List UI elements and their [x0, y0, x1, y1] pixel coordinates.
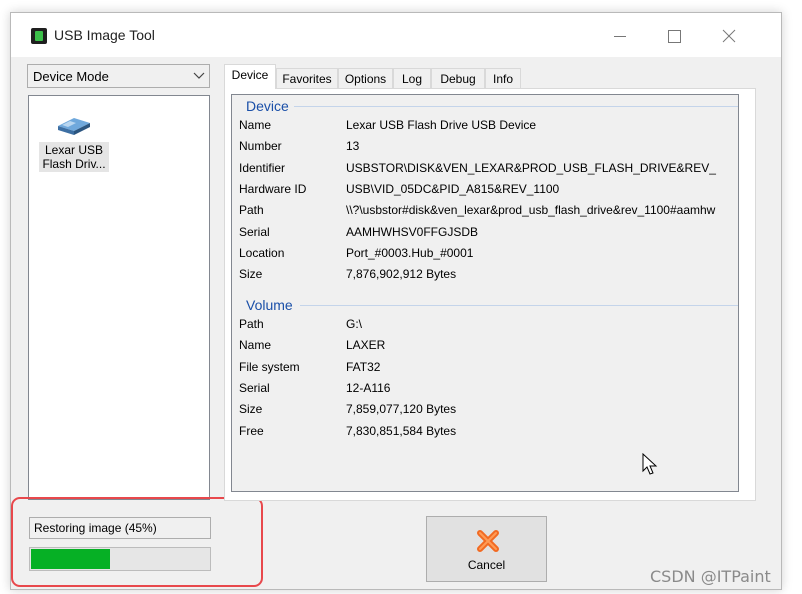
usb-image-tool-window: USB Image Tool Device Mode Lexar USB Fla…	[10, 12, 782, 590]
tab-info[interactable]: Info	[485, 68, 521, 88]
app-icon	[31, 28, 47, 44]
tab-options[interactable]: Options	[338, 68, 393, 88]
property-row[interactable]: Identifier USBSTOR\DISK&VEN_LEXAR&PROD_US…	[239, 160, 738, 181]
property-key: Size	[239, 402, 263, 417]
property-value: LAXER	[346, 338, 386, 353]
chevron-down-icon	[193, 72, 205, 79]
property-key: Path	[239, 203, 264, 218]
watermark-text: CSDN @ITPaint	[650, 567, 771, 586]
close-icon	[722, 29, 736, 43]
property-row[interactable]: File system FAT32	[239, 359, 738, 380]
property-key: Identifier	[239, 160, 286, 175]
usb-drive-icon	[58, 118, 90, 135]
window-title: USB Image Tool	[54, 27, 155, 43]
mouse-cursor-icon	[642, 453, 658, 475]
property-row[interactable]: Path \\?\usbstor#disk&ven_lexar&prod_usb_…	[239, 203, 738, 223]
cancel-x-icon	[477, 530, 499, 552]
property-key: Number	[239, 139, 282, 154]
property-value: \\?\usbstor#disk&ven_lexar&prod_usb_flas…	[346, 203, 716, 218]
property-row[interactable]: Hardware ID USB\VID_05DC&PID_A815&REV_110…	[239, 181, 738, 202]
group-divider	[300, 305, 738, 306]
property-row[interactable]: Free 7,830,851,584 Bytes	[239, 423, 738, 444]
tab-device[interactable]: Device	[224, 64, 276, 89]
status-text: Restoring image (45%)	[29, 517, 211, 539]
tab-log[interactable]: Log	[393, 68, 431, 88]
property-key: Location	[239, 245, 285, 260]
group-divider	[294, 106, 738, 107]
property-value: USBSTOR\DISK&VEN_LEXAR&PROD_USB_FLASH_DR…	[346, 160, 716, 175]
property-value: 13	[346, 139, 360, 154]
cancel-button[interactable]: Cancel	[426, 516, 547, 582]
status-panel: Restoring image (45%)	[11, 497, 263, 587]
property-key: Path	[239, 317, 264, 331]
property-value: 7,859,077,120 Bytes	[346, 402, 457, 417]
progress-bar	[29, 547, 211, 571]
property-value: 7,830,851,584 Bytes	[346, 423, 457, 438]
property-value: USB\VID_05DC&PID_A815&REV_1100	[346, 181, 560, 196]
property-key: Size	[239, 267, 263, 282]
volume-group-header: Volume	[232, 297, 738, 313]
property-row[interactable]: Serial 12-A116	[239, 380, 738, 401]
device-list[interactable]: Lexar USB Flash Driv...	[28, 95, 210, 500]
property-key: Serial	[239, 380, 270, 395]
property-value: Port_#0003.Hub_#0001	[346, 245, 474, 260]
cancel-button-label: Cancel	[467, 558, 506, 572]
device-info-list[interactable]: Device Name Lexar USB Flash Drive USB Dev…	[231, 94, 739, 492]
device-tab-page: Device Name Lexar USB Flash Drive USB Dev…	[224, 88, 756, 501]
property-key: Serial	[239, 224, 270, 239]
device-group-header: Device	[232, 98, 738, 114]
mode-dropdown-value: Device Mode	[33, 69, 109, 84]
title-bar[interactable]: USB Image Tool	[11, 13, 781, 57]
device-item[interactable]: Lexar USB Flash Driv...	[37, 114, 111, 172]
device-label: Lexar USB Flash Driv...	[39, 142, 109, 172]
property-key: File system	[239, 359, 300, 374]
device-group-title: Device	[246, 98, 289, 114]
close-button[interactable]	[711, 23, 747, 49]
property-value: 7,876,902,912 Bytes	[346, 267, 457, 282]
volume-group-title: Volume	[246, 297, 293, 313]
property-row[interactable]: Location Port_#0003.Hub_#0001	[239, 245, 738, 266]
property-key: Hardware ID	[239, 181, 307, 196]
property-value: FAT32	[346, 359, 381, 374]
property-row[interactable]: Size 7,859,077,120 Bytes	[239, 402, 738, 422]
progress-fill	[31, 549, 110, 569]
property-row[interactable]: Serial AAMHWHSV0FFGJSDB	[239, 224, 738, 245]
minimize-button[interactable]	[603, 23, 639, 49]
maximize-button[interactable]	[656, 23, 692, 49]
property-value: G:\	[346, 317, 363, 331]
property-row[interactable]: Number 13	[239, 139, 738, 159]
tab-debug[interactable]: Debug	[431, 68, 485, 88]
mode-dropdown[interactable]: Device Mode	[27, 64, 210, 88]
property-key: Free	[239, 423, 264, 438]
property-row[interactable]: Name LAXER	[239, 338, 738, 358]
property-key: Name	[239, 338, 272, 353]
tab-favorites[interactable]: Favorites	[276, 68, 338, 88]
property-row[interactable]: Name Lexar USB Flash Drive USB Device	[239, 118, 738, 138]
property-value: Lexar USB Flash Drive USB Device	[346, 118, 537, 132]
property-row[interactable]: Path G:\	[239, 317, 738, 337]
property-key: Name	[239, 118, 272, 132]
property-value: AAMHWHSV0FFGJSDB	[346, 224, 479, 239]
property-value: 12-A116	[346, 380, 391, 395]
property-row[interactable]: Size 7,876,902,912 Bytes	[239, 267, 738, 287]
